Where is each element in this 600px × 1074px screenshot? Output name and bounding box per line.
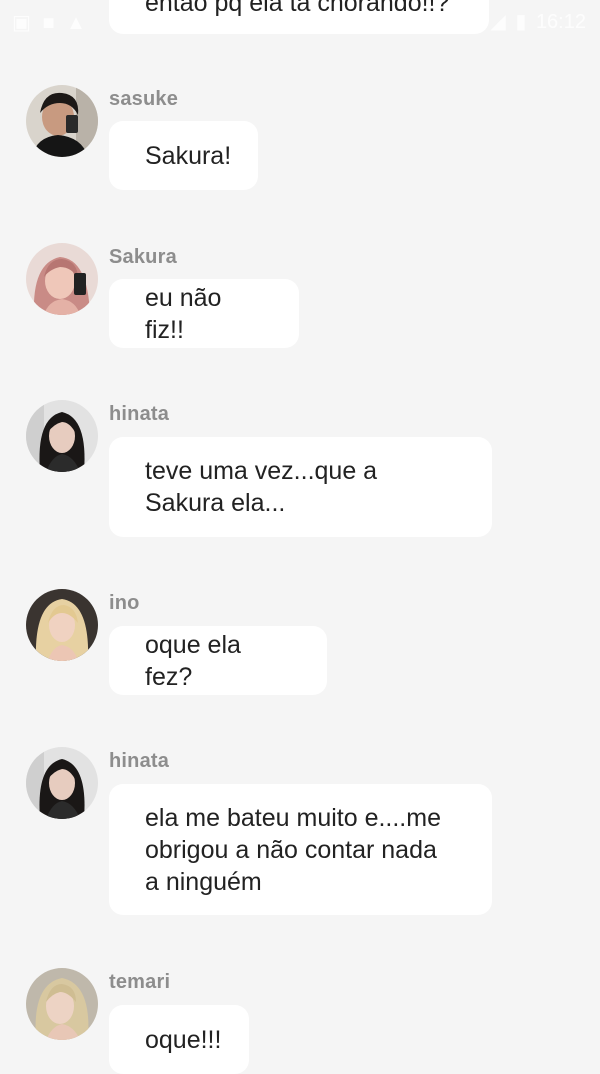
sender-name: hinata — [109, 750, 170, 772]
status-time: 16:12 — [535, 11, 586, 33]
avatar-sasuke[interactable] — [26, 85, 98, 157]
message-bubble: Sakura! — [109, 121, 258, 190]
image-icon: ▣ — [12, 12, 31, 34]
battery-icon: ▮ — [515, 11, 527, 33]
message-text: Sakura! — [145, 141, 232, 170]
message-text: ela me bateu muito e....me obrigou a não… — [145, 803, 441, 896]
status-bar: ▣ ■ ▲ ◢ ▮ 16:12 — [0, 0, 600, 40]
message-bubble: oque!!! — [109, 1005, 249, 1074]
status-icons-left: ▣ ■ ▲ — [12, 10, 92, 35]
sender-name: sasuke — [109, 88, 179, 110]
folder-icon: ■ — [42, 12, 55, 34]
message-text: oque ela fez? — [145, 630, 241, 691]
message-text: eu não fiz!! — [145, 283, 222, 344]
avatar-temari[interactable] — [26, 968, 98, 1040]
avatar-hinata[interactable] — [26, 747, 98, 819]
avatar-hinata[interactable] — [26, 400, 98, 472]
warning-icon: ▲ — [66, 12, 86, 34]
message-text: oque!!! — [145, 1025, 222, 1054]
sender-name: Sakura — [109, 246, 177, 268]
avatar-sakura[interactable] — [26, 243, 98, 315]
sender-name: hinata — [109, 403, 170, 425]
message-text: teve uma vez...que a Sakura ela... — [145, 457, 378, 517]
message-bubble: oque ela fez? — [109, 626, 327, 695]
message-bubble: eu não fiz!! — [109, 279, 299, 348]
status-icons-right: ◢ ▮ 16:12 — [486, 9, 586, 34]
sender-name: ino — [109, 592, 140, 614]
message-bubble: teve uma vez...que a Sakura ela... — [109, 437, 492, 537]
message-bubble: ela me bateu muito e....me obrigou a não… — [109, 784, 492, 915]
sender-name: temari — [109, 971, 171, 993]
signal-icon: ◢ — [490, 11, 506, 33]
avatar-ino[interactable] — [26, 589, 98, 661]
